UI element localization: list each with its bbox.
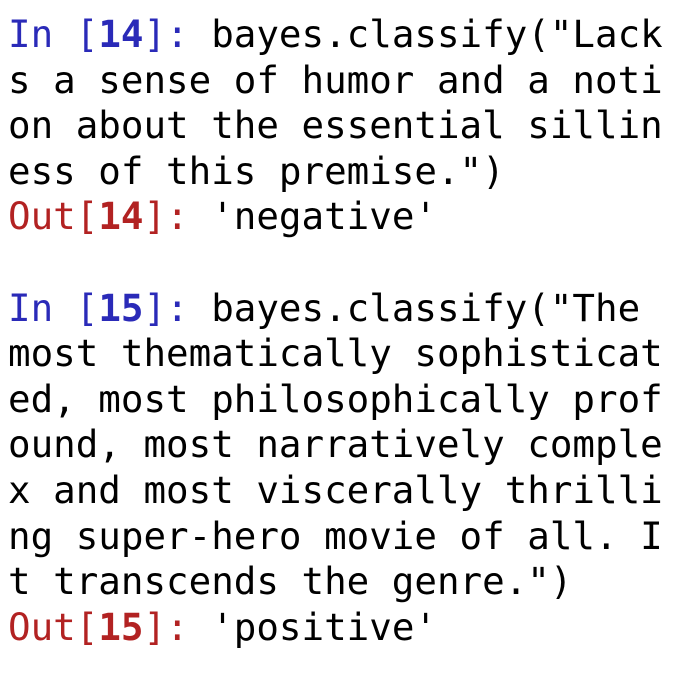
- input-line[interactable]: ess of this premise."): [8, 149, 680, 195]
- ipython-console[interactable]: In [14]: bayes.classify("Lack s a sense …: [8, 12, 680, 650]
- output-line: Out[14]: 'negative': [8, 194, 680, 240]
- output-value: 'positive': [211, 604, 437, 649]
- input-line[interactable]: s a sense of humor and a noti: [8, 58, 680, 104]
- in-prompt-number: 15: [98, 285, 144, 330]
- out-prompt-number: 14: [98, 194, 144, 239]
- in-prompt-label: In [: [8, 12, 99, 56]
- output-value: 'negative': [211, 194, 437, 239]
- input-line[interactable]: ng super-hero movie of all. I: [8, 514, 680, 560]
- in-prompt-close: ]:: [143, 12, 212, 56]
- out-prompt-label: Out[: [8, 194, 99, 239]
- in-prompt-label: In [: [8, 285, 99, 330]
- out-prompt-label: Out[: [8, 604, 99, 649]
- input-line[interactable]: ed, most philosophically prof: [8, 377, 680, 423]
- input-line[interactable]: ound, most narratively comple: [8, 422, 680, 468]
- cell-15: In [15]: bayes.classify("The most themat…: [8, 286, 680, 651]
- in-prompt-number: 14: [98, 12, 144, 56]
- out-prompt-close: ]:: [143, 604, 212, 649]
- input-line[interactable]: t transcends the genre."): [8, 559, 680, 605]
- input-line[interactable]: In [15]: bayes.classify("The: [8, 286, 680, 332]
- input-line[interactable]: x and most viscerally thrilli: [8, 468, 680, 514]
- out-prompt-number: 15: [98, 604, 144, 649]
- output-line: Out[15]: 'positive': [8, 605, 680, 651]
- input-line[interactable]: most thematically sophisticat: [8, 331, 680, 377]
- input-line[interactable]: on about the essential sillin: [8, 103, 680, 149]
- in-prompt-close: ]:: [143, 285, 212, 330]
- input-code: bayes.classify("Lack: [211, 12, 663, 56]
- cell-14: In [14]: bayes.classify("Lack s a sense …: [8, 12, 680, 240]
- input-line[interactable]: In [14]: bayes.classify("Lack: [8, 12, 680, 58]
- input-code: bayes.classify("The: [211, 285, 641, 330]
- out-prompt-close: ]:: [143, 194, 212, 239]
